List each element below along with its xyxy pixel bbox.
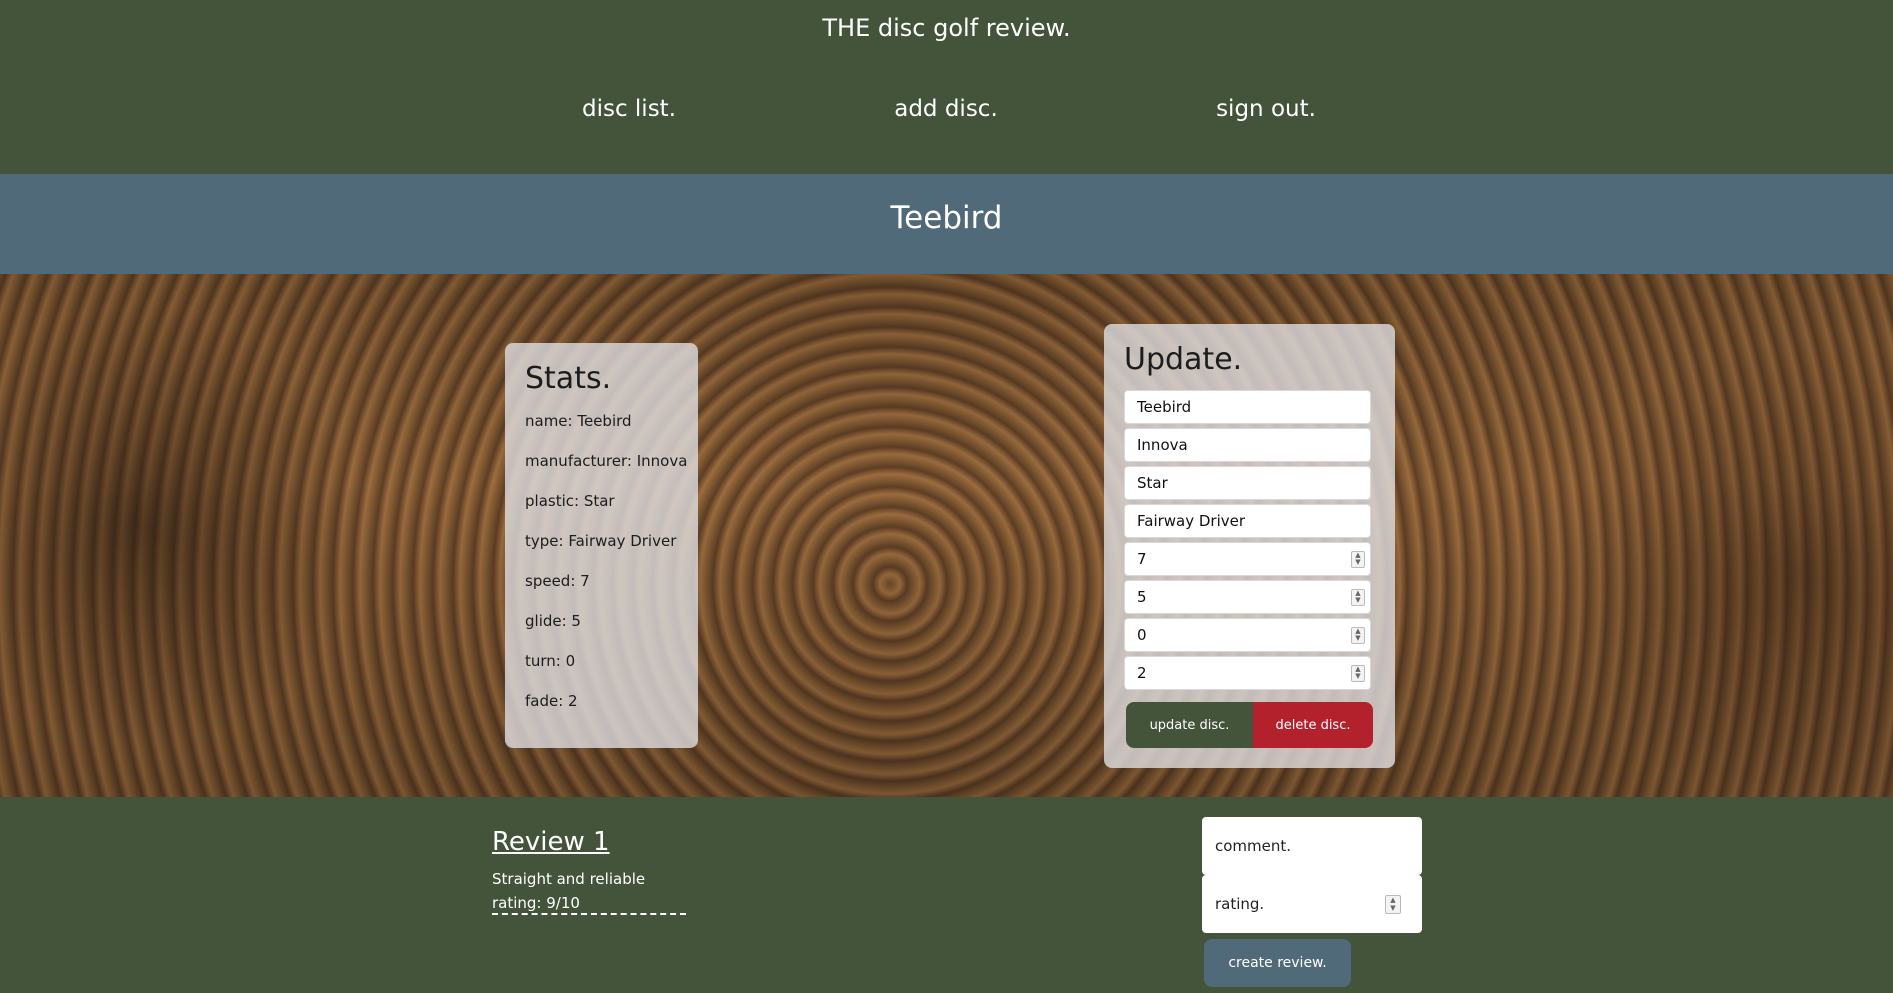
nav-disc-list-link[interactable]: disc list. — [582, 96, 676, 122]
glide-input[interactable] — [1124, 580, 1371, 614]
stats-heading: Stats. — [525, 361, 612, 396]
stat-glide: glide: 5 — [525, 612, 581, 630]
turn-input[interactable] — [1124, 618, 1371, 652]
stat-manufacturer: manufacturer: Innova — [525, 452, 688, 470]
stat-turn: turn: 0 — [525, 652, 576, 670]
turn-field: ▲▼ — [1104, 618, 1395, 652]
rating-spinner-icon[interactable]: ▲ ▼ — [1385, 895, 1401, 914]
turn-spinner-icon[interactable]: ▲ ▼ — [1351, 627, 1365, 644]
fade-input[interactable] — [1124, 656, 1371, 690]
nav-sign-out-link[interactable]: sign out. — [1216, 96, 1316, 122]
nav-add-disc-link[interactable]: add disc. — [894, 96, 998, 122]
review-rating: rating: 9/10 — [492, 894, 580, 912]
stat-speed: speed: 7 — [525, 572, 590, 590]
review-divider — [492, 913, 686, 915]
speed-field: ▲▼ — [1104, 542, 1395, 576]
update-card: Update. ▲▼ ▲▼ ▲▼ ▲▼ update disc. delete … — [1104, 324, 1395, 768]
create-review-button[interactable]: create review. — [1204, 939, 1351, 987]
manufacturer-input[interactable] — [1124, 428, 1371, 462]
review-comment: Straight and reliable — [492, 870, 646, 888]
disc-title-bar: Teebird — [0, 174, 1893, 274]
review-title: Review 1 — [492, 827, 610, 857]
stat-type: type: Fairway Driver — [525, 532, 677, 550]
top-navbar: THE disc golf review. disc list. add dis… — [0, 0, 1893, 174]
stat-fade: fade: 2 — [525, 692, 578, 710]
stat-name: name: Teebird — [525, 412, 632, 430]
glide-spinner-icon[interactable]: ▲ ▼ — [1351, 589, 1365, 606]
delete-disc-button[interactable]: delete disc. — [1253, 702, 1373, 748]
reviews-section: Review 1 Straight and reliable rating: 9… — [0, 797, 1893, 993]
update-disc-button[interactable]: update disc. — [1126, 702, 1253, 748]
glide-field: ▲▼ — [1104, 580, 1395, 614]
disc-name-input[interactable] — [1124, 390, 1371, 424]
fade-spinner-icon[interactable]: ▲ ▼ — [1351, 665, 1365, 682]
site-title: THE disc golf review. — [822, 14, 1071, 42]
update-heading: Update. — [1124, 342, 1243, 377]
fade-field: ▲▼ — [1104, 656, 1395, 690]
stat-plastic: plastic: Star — [525, 492, 615, 510]
review-comment-input[interactable] — [1202, 817, 1422, 875]
disc-title: Teebird — [890, 200, 1003, 236]
plastic-input[interactable] — [1124, 466, 1371, 500]
speed-input[interactable] — [1124, 542, 1371, 576]
type-input[interactable] — [1124, 504, 1371, 538]
speed-spinner-icon[interactable]: ▲ ▼ — [1351, 551, 1365, 568]
stats-card: Stats. name: Teebird manufacturer: Innov… — [505, 343, 698, 748]
wood-background-panel: Stats. name: Teebird manufacturer: Innov… — [0, 274, 1893, 797]
